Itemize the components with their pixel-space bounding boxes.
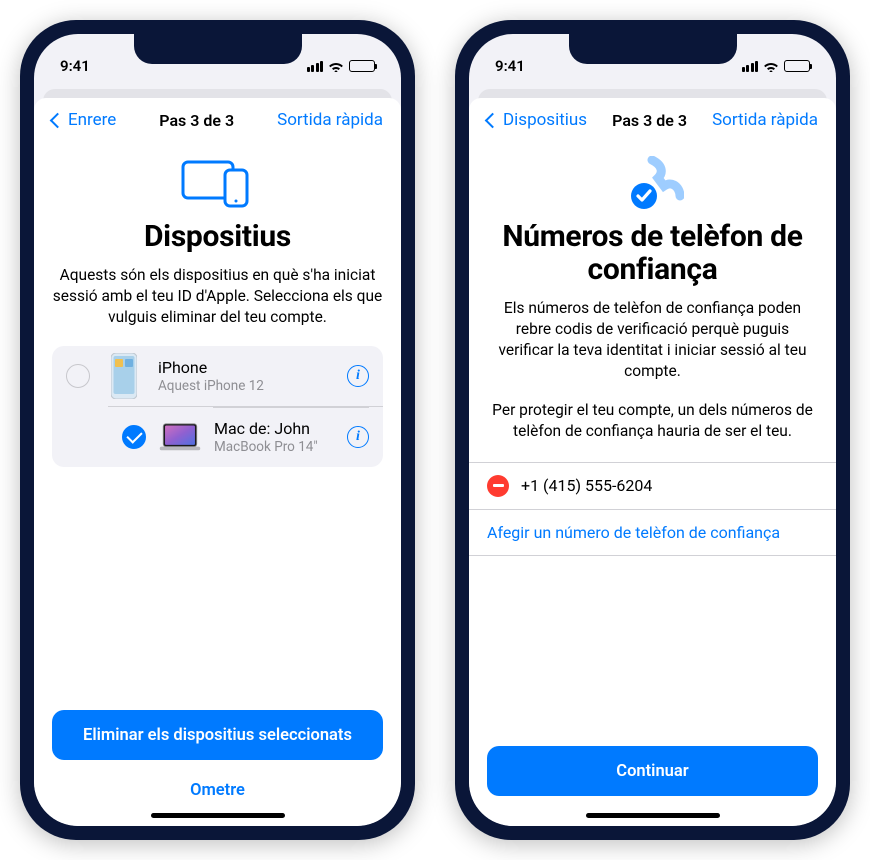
device-row[interactable]: iPhone Aquest iPhone 12 i [52, 346, 383, 406]
battery-icon [349, 60, 375, 72]
screen: 9:41 Dispositius Pas 3 de 3 Sortida ràpi… [469, 34, 836, 826]
back-button[interactable]: Dispositius [487, 110, 587, 130]
signal-icon [742, 61, 759, 72]
macbook-thumbnail-icon [158, 415, 202, 459]
notch [569, 34, 737, 64]
nav-bar: Enrere Pas 3 de 3 Sortida ràpida [52, 98, 383, 142]
page-subtitle: Aquests són els dispositius en què s'ha … [52, 265, 383, 328]
back-button[interactable]: Enrere [52, 110, 116, 130]
wifi-icon [328, 60, 344, 72]
sheet: Enrere Pas 3 de 3 Sortida ràpida Disposi… [34, 98, 401, 826]
remove-icon[interactable] [487, 475, 509, 497]
battery-icon [784, 60, 810, 72]
quick-exit-button[interactable]: Sortida ràpida [277, 110, 383, 130]
skip-button[interactable]: Ometre [52, 772, 383, 808]
device-name: Mac de: John [214, 419, 335, 438]
status-time: 9:41 [60, 57, 90, 75]
nav-bar: Dispositius Pas 3 de 3 Sortida ràpida [487, 98, 818, 142]
trusted-number-value: +1 (415) 555-6204 [521, 476, 652, 495]
phone-frame-right: 9:41 Dispositius Pas 3 de 3 Sortida ràpi… [455, 20, 850, 840]
device-row[interactable]: Mac de: John MacBook Pro 14" i [108, 406, 383, 467]
page-title: Números de telèfon de confiança [487, 220, 818, 286]
notch [134, 34, 302, 64]
signal-icon [307, 61, 324, 72]
devices-hero-icon [52, 156, 383, 212]
page-subtitle: Els números de telèfon de confiança pode… [487, 298, 818, 382]
step-indicator: Pas 3 de 3 [159, 111, 234, 130]
continue-button[interactable]: Continuar [487, 746, 818, 796]
device-list: iPhone Aquest iPhone 12 i Mac de: John M… [52, 346, 383, 467]
home-indicator[interactable] [586, 813, 720, 818]
screen: 9:41 Enrere Pas 3 de 3 Sortida ràpida [34, 34, 401, 826]
device-model: Aquest iPhone 12 [158, 378, 335, 394]
page-title: Dispositius [52, 220, 383, 253]
checkbox[interactable] [66, 364, 90, 388]
device-name: iPhone [158, 358, 335, 377]
info-button[interactable]: i [347, 426, 369, 448]
add-trusted-number-row[interactable]: Afegir un número de telèfon de confiança [469, 509, 836, 555]
status-time: 9:41 [495, 57, 525, 75]
wifi-icon [763, 60, 779, 72]
home-indicator[interactable] [151, 813, 285, 818]
phone-frame-left: 9:41 Enrere Pas 3 de 3 Sortida ràpida [20, 20, 415, 840]
device-model: MacBook Pro 14" [214, 439, 335, 455]
quick-exit-button[interactable]: Sortida ràpida [712, 110, 818, 130]
trusted-phone-hero-icon [487, 156, 818, 212]
trusted-number-row[interactable]: +1 (415) 555-6204 [469, 463, 836, 509]
checkbox-checked[interactable] [122, 425, 146, 449]
page-subtitle-2: Per protegir el teu compte, un dels núme… [487, 400, 818, 442]
info-button[interactable]: i [347, 365, 369, 387]
trusted-numbers-list: +1 (415) 555-6204 Afegir un número de te… [469, 462, 836, 556]
add-trusted-number-link[interactable]: Afegir un número de telèfon de confiança [487, 523, 780, 542]
sheet: Dispositius Pas 3 de 3 Sortida ràpida Nú… [469, 98, 836, 826]
remove-devices-button[interactable]: Eliminar els dispositius seleccionats [52, 710, 383, 760]
step-indicator: Pas 3 de 3 [612, 111, 687, 130]
iphone-thumbnail-icon [102, 354, 146, 398]
